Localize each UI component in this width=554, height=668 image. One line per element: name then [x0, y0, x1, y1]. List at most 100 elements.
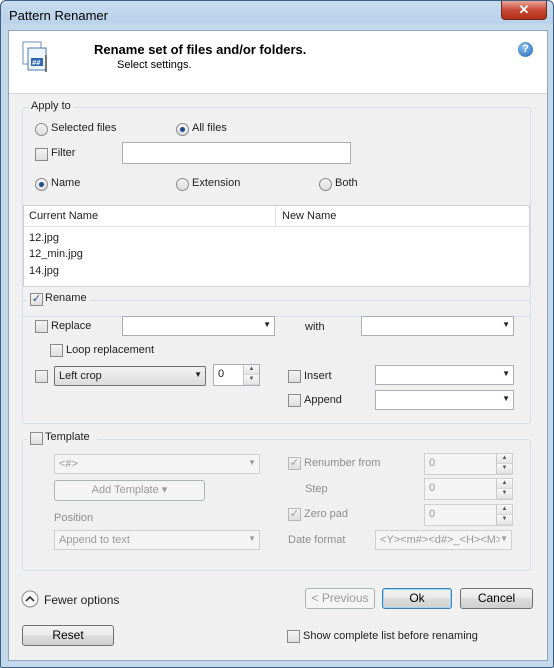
spin-down-icon[interactable]: ▼	[497, 489, 512, 499]
reset-button[interactable]: Reset	[22, 625, 114, 646]
extension-label[interactable]: Extension	[192, 177, 240, 189]
zero-pad-checkbox[interactable]: ✓	[288, 508, 301, 521]
position-combo[interactable]: Append to text ▼	[54, 530, 260, 550]
column-new-name[interactable]: New Name	[282, 210, 336, 222]
renumber-from-stepper[interactable]: 0 ▲ ▼	[424, 453, 513, 475]
collapse-chevron-icon[interactable]	[21, 590, 39, 608]
header-subtitle: Select settings.	[117, 59, 192, 71]
zero-pad-stepper[interactable]: 0 ▲ ▼	[424, 504, 513, 526]
title-bar[interactable]: Pattern Renamer ✕	[1, 1, 553, 29]
template-checkbox[interactable]	[30, 432, 43, 445]
date-format-label: Date format	[288, 534, 346, 546]
all-files-radio[interactable]	[176, 123, 189, 136]
pattern-renamer-window: Pattern Renamer ✕ ## Rename set of files…	[0, 0, 554, 668]
template-pattern-combo[interactable]: <#> ▼	[54, 454, 260, 474]
chevron-down-icon: ▼	[502, 394, 510, 403]
with-combo[interactable]: ▼	[361, 316, 514, 336]
file-list-header: Current Name New Name	[24, 206, 529, 227]
rename-files-icon: ##	[22, 41, 47, 72]
file-list[interactable]: Current Name New Name 12.jpg 12_min.jpg …	[23, 205, 530, 287]
spin-up-icon[interactable]: ▲	[497, 505, 512, 515]
loop-replacement-checkbox[interactable]	[50, 344, 63, 357]
loop-replacement-label[interactable]: Loop replacement	[66, 344, 154, 356]
rename-checkbox[interactable]: ✓	[30, 293, 43, 306]
name-label[interactable]: Name	[51, 177, 80, 189]
help-icon[interactable]: ?	[518, 42, 533, 57]
close-icon: ✕	[518, 2, 530, 17]
both-radio[interactable]	[319, 178, 332, 191]
replace-label[interactable]: Replace	[51, 320, 91, 332]
selected-files-radio[interactable]	[35, 123, 48, 136]
add-template-button[interactable]: Add Template ▾	[54, 480, 205, 501]
list-item[interactable]: 14.jpg	[29, 265, 59, 277]
list-item[interactable]: 12_min.jpg	[29, 248, 83, 260]
cancel-button[interactable]: Cancel	[460, 588, 533, 609]
step-label: Step	[305, 483, 328, 495]
replace-combo[interactable]: ▼	[122, 316, 275, 336]
insert-checkbox[interactable]	[288, 370, 301, 383]
spin-up-icon[interactable]: ▲	[244, 365, 259, 375]
dialog-header: ## Rename set of files and/or folders. S…	[9, 31, 547, 94]
step-stepper[interactable]: 0 ▲ ▼	[424, 478, 513, 500]
replace-checkbox[interactable]	[35, 320, 48, 333]
show-complete-list-checkbox[interactable]	[287, 630, 300, 643]
insert-label[interactable]: Insert	[304, 370, 332, 382]
chevron-down-icon: ▼	[502, 369, 510, 378]
show-complete-list-label[interactable]: Show complete list before renaming	[303, 630, 478, 642]
renumber-from-label[interactable]: Renumber from	[304, 457, 380, 469]
all-files-label[interactable]: All files	[192, 122, 227, 134]
position-label: Position	[54, 512, 94, 524]
selected-files-label[interactable]: Selected files	[51, 122, 116, 134]
spin-buttons[interactable]: ▲ ▼	[496, 454, 512, 474]
spin-buttons[interactable]: ▲ ▼	[496, 479, 512, 499]
renumber-from-value: 0	[429, 457, 436, 469]
name-radio[interactable]	[35, 178, 48, 191]
template-pattern-value: <#>	[59, 458, 78, 470]
dialog-body: Apply to Selected files All files Filter…	[9, 94, 547, 660]
spin-up-icon[interactable]: ▲	[497, 454, 512, 464]
step-value: 0	[429, 482, 436, 494]
renumber-from-checkbox[interactable]: ✓	[288, 457, 301, 470]
date-format-value: <Y><m#><d#>_<H><M>	[380, 534, 503, 546]
zero-pad-value: 0	[429, 508, 436, 520]
template-label[interactable]: Template	[45, 431, 90, 443]
rename-label[interactable]: Rename	[45, 292, 87, 304]
header-title: Rename set of files and/or folders.	[94, 42, 307, 57]
both-label[interactable]: Both	[335, 177, 358, 189]
date-format-combo[interactable]: <Y><m#><d#>_<H><M> ▼	[375, 530, 512, 550]
chevron-down-icon: ▼	[500, 534, 508, 543]
svg-text:##: ##	[32, 59, 41, 67]
crop-mode-value: Left crop	[59, 370, 102, 382]
chevron-down-icon: ▼	[502, 320, 510, 329]
spin-down-icon[interactable]: ▼	[497, 515, 512, 525]
column-current-name[interactable]: Current Name	[29, 210, 98, 222]
filter-checkbox[interactable]	[35, 148, 48, 161]
close-button[interactable]: ✕	[501, 1, 547, 20]
spin-up-icon[interactable]: ▲	[497, 479, 512, 489]
extension-radio[interactable]	[176, 178, 189, 191]
spin-buttons[interactable]: ▲ ▼	[243, 365, 259, 385]
crop-mode-combo[interactable]: Left crop ▼	[54, 366, 206, 386]
list-item[interactable]: 12.jpg	[29, 232, 59, 244]
zero-pad-label[interactable]: Zero pad	[304, 508, 348, 520]
chevron-down-icon: ▼	[248, 534, 256, 543]
apply-to-label: Apply to	[29, 100, 73, 112]
dialog-client: ## Rename set of files and/or folders. S…	[8, 30, 548, 661]
append-label[interactable]: Append	[304, 394, 342, 406]
ok-button[interactable]: Ok	[382, 588, 452, 609]
crop-count-value: 0	[218, 368, 225, 380]
filter-label[interactable]: Filter	[51, 147, 75, 159]
column-divider[interactable]	[275, 206, 276, 226]
crop-checkbox[interactable]	[35, 370, 48, 383]
previous-button[interactable]: < Previous	[305, 588, 375, 609]
fewer-options-link[interactable]: Fewer options	[44, 593, 119, 607]
filter-input[interactable]	[122, 142, 351, 164]
crop-count-stepper[interactable]: 0 ▲ ▼	[213, 364, 260, 386]
spin-down-icon[interactable]: ▼	[497, 464, 512, 474]
spin-buttons[interactable]: ▲ ▼	[496, 505, 512, 525]
append-checkbox[interactable]	[288, 394, 301, 407]
spin-down-icon[interactable]: ▼	[244, 375, 259, 385]
append-combo[interactable]: ▼	[375, 390, 514, 410]
chevron-down-icon: ▼	[248, 458, 256, 467]
insert-combo[interactable]: ▼	[375, 365, 514, 385]
